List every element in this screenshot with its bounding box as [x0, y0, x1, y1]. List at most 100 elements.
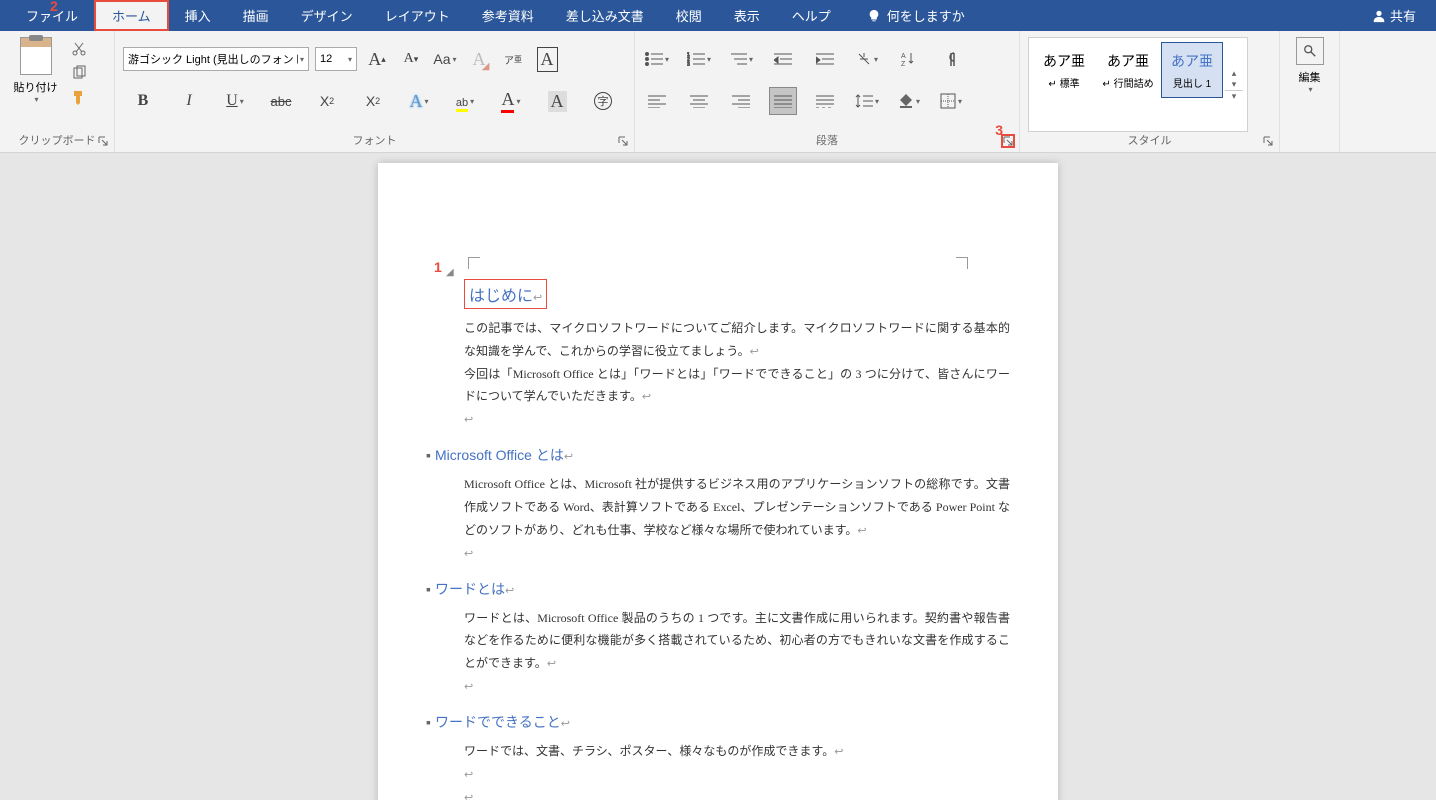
text-effects-button[interactable]: A▾	[399, 87, 439, 115]
find-button[interactable]: 編集 ▾	[1290, 37, 1330, 150]
cursor-indicator-icon: ◢	[446, 267, 454, 278]
empty-paragraph[interactable]: ↩	[464, 786, 1010, 800]
paragraph-launcher[interactable]	[1001, 134, 1015, 148]
style-gallery: あア亜 ↵ 標準 あア亜 ↵ 行間詰め あア亜 見出し 1 ▴ ▾ ▾	[1028, 37, 1248, 132]
document-scroll-area[interactable]: 1 ◢ はじめに↩ この記事では、マイクロソフトワードについてご紹介します。マイ…	[0, 153, 1436, 800]
numbering-button[interactable]: 123▾	[685, 45, 713, 73]
superscript-button[interactable]: X2	[353, 87, 393, 115]
clipboard-launcher[interactable]	[96, 134, 110, 148]
bold-button[interactable]: B	[123, 87, 163, 115]
font-color-button[interactable]: A▾	[491, 87, 531, 115]
svg-text:Z: Z	[901, 61, 906, 67]
align-left-button[interactable]	[643, 87, 671, 115]
tab-references[interactable]: 参考資料	[466, 0, 550, 31]
align-center-button[interactable]	[685, 87, 713, 115]
increase-indent-button[interactable]	[811, 45, 839, 73]
marker-3: 3	[995, 122, 1003, 138]
tell-me-search[interactable]: 何をしますか	[867, 6, 965, 25]
grow-font-button[interactable]: A▴	[363, 45, 391, 73]
format-painter-icon[interactable]	[71, 89, 87, 105]
copy-icon[interactable]	[71, 65, 87, 81]
shading-button[interactable]: ▾	[895, 87, 923, 115]
body-paragraph[interactable]: この記事では、マイクロソフトワードについてご紹介します。マイクロソフトワードに関…	[464, 317, 1010, 363]
bullet-icon: ▪	[426, 714, 431, 730]
chevron-down-icon: ▾	[1308, 85, 1312, 94]
shrink-font-button[interactable]: A▾	[397, 45, 425, 73]
justify-button[interactable]	[769, 87, 797, 115]
tab-review[interactable]: 校閲	[660, 0, 718, 31]
change-case-button[interactable]: Aa▾	[431, 45, 459, 73]
enclose-characters-button[interactable]: 字	[583, 87, 623, 115]
body-paragraph[interactable]: ワードでは、文書、チラシ、ポスター、様々なものが作成できます。↩	[464, 740, 1010, 763]
tab-layout[interactable]: レイアウト	[369, 0, 466, 31]
tab-insert[interactable]: 挿入	[169, 0, 227, 31]
show-hide-button[interactable]	[937, 45, 965, 73]
style-normal[interactable]: あア亜 ↵ 標準	[1033, 42, 1095, 98]
ribbon-toolbar: 貼り付け ▾ クリップボード 游ゴシック Light (見出しのフォント - 日…	[0, 31, 1436, 153]
multilevel-list-button[interactable]: ▾	[727, 45, 755, 73]
chevron-down-icon: ▾	[34, 95, 38, 104]
svg-text:3: 3	[687, 62, 690, 66]
borders-button[interactable]: ▾	[937, 87, 965, 115]
tab-design[interactable]: デザイン	[285, 0, 369, 31]
italic-button[interactable]: I	[169, 87, 209, 115]
heading-2[interactable]: ▪Microsoft Office とは↩	[426, 445, 1010, 465]
align-right-button[interactable]	[727, 87, 755, 115]
body-paragraph[interactable]: 今回は「Microsoft Office とは」「ワードとは」「ワードでできるこ…	[464, 363, 1010, 409]
svg-text:A: A	[901, 53, 906, 60]
character-border-button[interactable]: A	[533, 45, 561, 73]
tab-view[interactable]: 表示	[718, 0, 776, 31]
tab-mailings[interactable]: 差し込み文書	[550, 0, 660, 31]
bullet-icon: ▪	[426, 447, 431, 463]
style-gallery-more[interactable]: ▴ ▾ ▾	[1225, 42, 1243, 127]
subscript-button[interactable]: X2	[307, 87, 347, 115]
body-paragraph[interactable]: Microsoft Office とは、Microsoft 社が提供するビジネス…	[464, 473, 1010, 541]
strikethrough-button[interactable]: abc	[261, 87, 301, 115]
ribbon-tab-bar: 2 ファイル ホーム 挿入 描画 デザイン レイアウト 参考資料 差し込み文書 …	[0, 0, 1436, 31]
clipboard-group: 貼り付け ▾ クリップボード	[0, 31, 115, 152]
bullets-button[interactable]: ▾	[643, 45, 671, 73]
empty-paragraph[interactable]: ↩	[464, 542, 1010, 565]
styles-launcher[interactable]	[1261, 134, 1275, 148]
styles-group: あア亜 ↵ 標準 あア亜 ↵ 行間詰め あア亜 見出し 1 ▴ ▾ ▾ スタイル	[1020, 31, 1280, 152]
line-spacing-button[interactable]: ▾	[853, 87, 881, 115]
document-page[interactable]: 1 ◢ はじめに↩ この記事では、マイクロソフトワードについてご紹介します。マイ…	[378, 163, 1058, 800]
phonetic-guide-button[interactable]: ア亜	[499, 45, 527, 73]
sort-button[interactable]: AZ	[895, 45, 923, 73]
cut-icon[interactable]	[71, 41, 87, 57]
empty-paragraph[interactable]: ↩	[464, 763, 1010, 786]
empty-paragraph[interactable]: ↩	[464, 408, 1010, 431]
paste-button[interactable]: 貼り付け ▾	[8, 37, 63, 132]
bullet-icon: ▪	[426, 581, 431, 597]
tab-help[interactable]: ヘルプ	[776, 0, 847, 31]
heading-1[interactable]: はじめに↩	[464, 279, 547, 309]
underline-button[interactable]: U▾	[215, 87, 255, 115]
font-size-select[interactable]: 12 ▾	[315, 47, 357, 71]
style-nospacing[interactable]: あア亜 ↵ 行間詰め	[1097, 42, 1159, 98]
paragraph-group: ▾ 123▾ ▾ ▾ AZ ▾ ▾ ▾ 段落 3	[635, 31, 1020, 152]
clear-formatting-button[interactable]: A◢	[465, 45, 493, 73]
character-shading-button[interactable]: A	[537, 87, 577, 115]
font-launcher[interactable]	[616, 134, 630, 148]
font-name-select[interactable]: 游ゴシック Light (見出しのフォント - 日 ▾	[123, 47, 309, 71]
heading-2[interactable]: ▪ワードとは↩	[426, 579, 1010, 599]
style-heading1[interactable]: あア亜 見出し 1	[1161, 42, 1223, 98]
editing-group: 編集 ▾	[1280, 31, 1340, 152]
share-button[interactable]: 共有	[1372, 6, 1416, 25]
tab-draw[interactable]: 描画	[227, 0, 285, 31]
empty-paragraph[interactable]: ↩	[464, 675, 1010, 698]
heading-2[interactable]: ▪ワードでできること↩	[426, 712, 1010, 732]
tab-home[interactable]: ホーム	[94, 0, 169, 31]
lightbulb-icon	[867, 9, 881, 23]
chevron-down-icon: ▾	[348, 55, 352, 64]
highlight-button[interactable]: ab▾	[445, 87, 485, 115]
clipboard-icon	[20, 37, 52, 75]
body-paragraph[interactable]: ワードとは、Microsoft Office 製品のうちの 1 つです。主に文書…	[464, 607, 1010, 675]
distributed-button[interactable]	[811, 87, 839, 115]
asian-layout-button[interactable]: ▾	[853, 45, 881, 73]
marker-2: 2	[50, 0, 58, 14]
decrease-indent-button[interactable]	[769, 45, 797, 73]
marker-1: 1	[434, 259, 442, 275]
person-icon	[1372, 9, 1386, 23]
chevron-down-icon: ▾	[300, 55, 304, 64]
